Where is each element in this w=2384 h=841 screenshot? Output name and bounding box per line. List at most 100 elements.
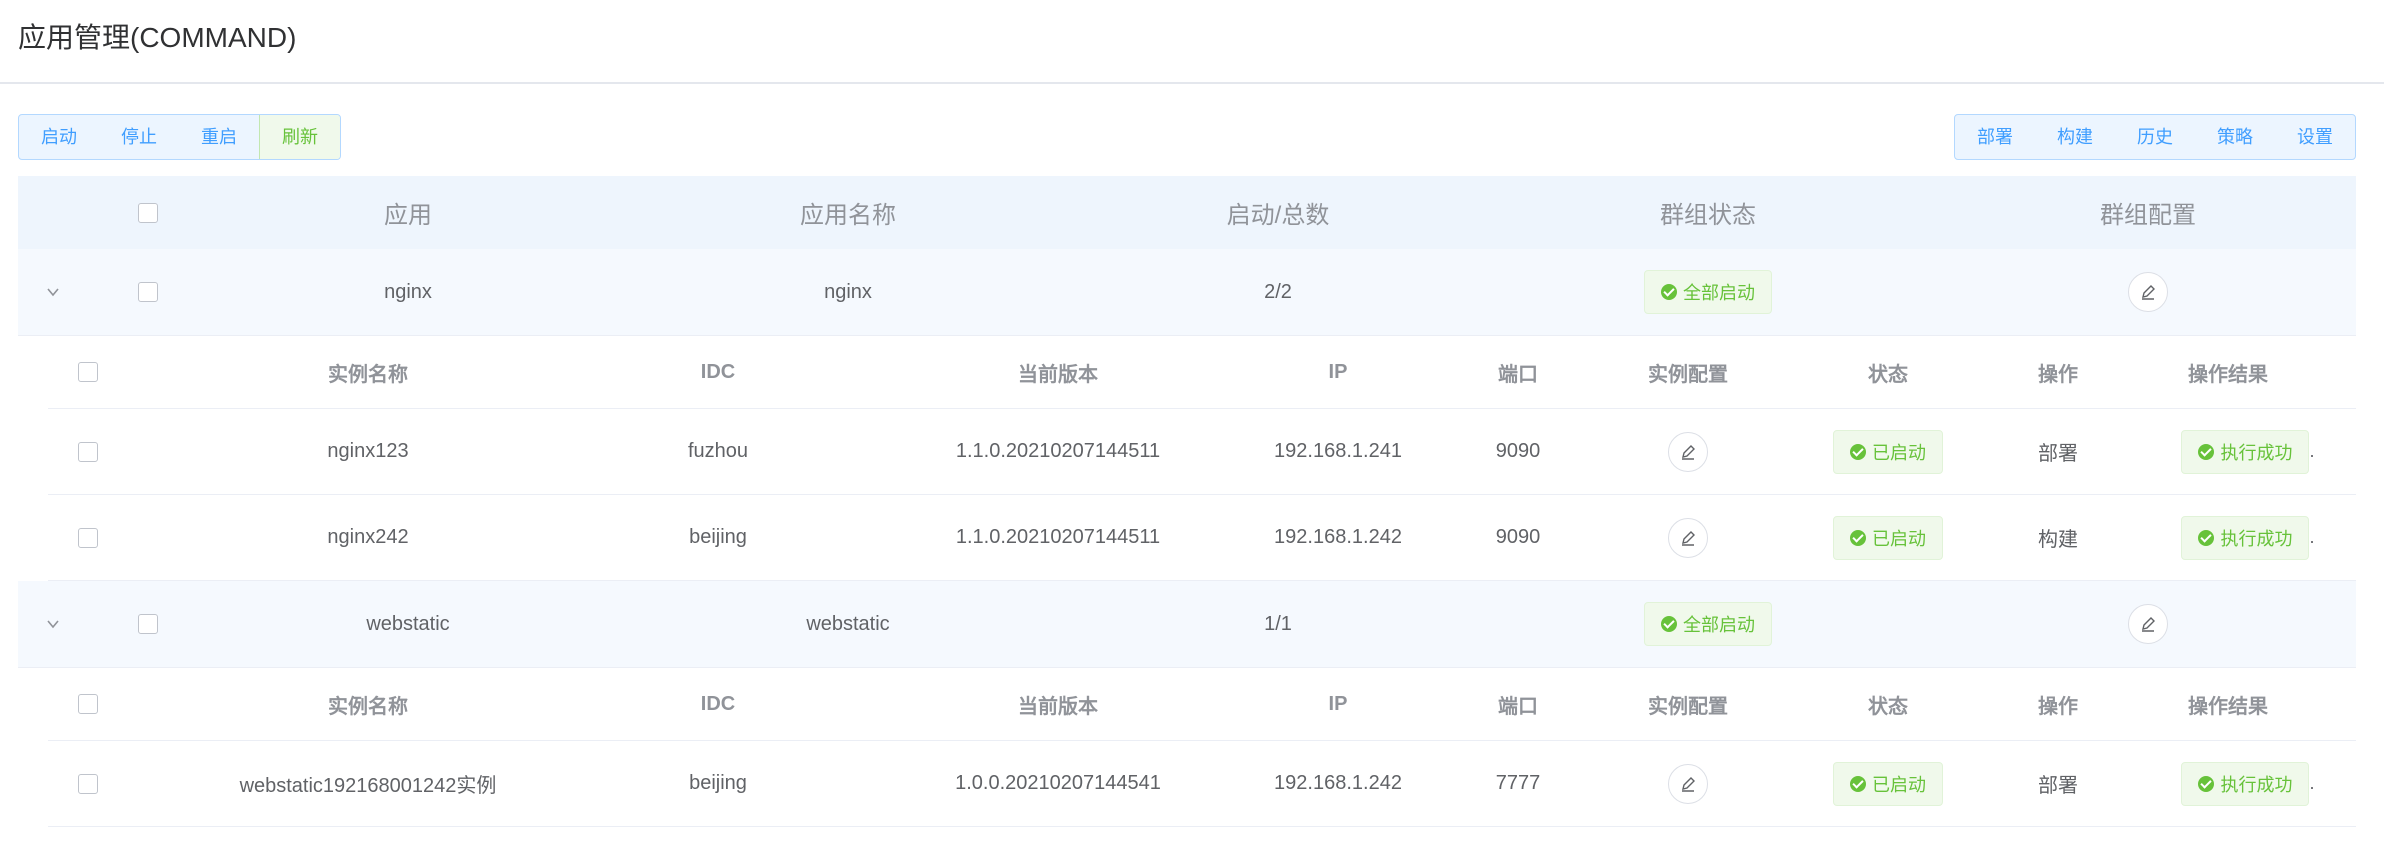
header-app: 应用 [384,202,432,229]
instance-checkbox[interactable] [78,527,98,548]
result-badge: 执行成功 [2181,761,2310,806]
check-circle-icon [1661,616,1677,632]
check-circle-icon [2198,775,2215,792]
status-badge-label: 已启动 [1872,774,1926,795]
strategy-button[interactable]: 策略 [2195,115,2275,159]
app-table: 应用 应用名称 启动/总数 群组状态 群组配置 nginx nginx 2/2 … [18,176,2356,827]
check-circle-icon [1661,284,1677,300]
nav-button-group: 部署 构建 历史 策略 设置 [1954,114,2356,160]
edit-group-config-button[interactable] [2128,604,2168,644]
header-version: 当前版本 [1018,363,1098,386]
result-badge-label: 执行成功 [2220,774,2293,795]
refresh-button[interactable]: 刷新 [259,115,340,159]
header-idc: IDC [700,692,736,715]
header-ip: IP [1328,692,1348,715]
edit-icon [1682,444,1695,460]
edit-group-config-button[interactable] [2128,272,2168,312]
status-badge: 全部启动 [1644,270,1772,314]
edit-icon [2142,617,2155,632]
instance-operation: 构建 [2038,529,2078,551]
header-status: 状态 [1868,695,1908,718]
check-circle-icon [1850,529,1866,546]
chevron-down-icon[interactable] [46,285,60,299]
instance-operation: 部署 [2038,443,2078,465]
instance-checkbox[interactable] [78,773,98,794]
result-badge-label: 执行成功 [2220,528,2293,549]
header-idc: IDC [700,360,736,383]
instance-checkbox[interactable] [78,441,98,462]
app-cell: webstatic [366,612,450,635]
settings-button[interactable]: 设置 [2275,115,2355,159]
table-header: 应用 应用名称 启动/总数 群组状态 群组配置 [18,176,2356,249]
history-button[interactable]: 历史 [2115,115,2195,159]
instance-header: 实例名称 IDC 当前版本 IP 端口 实例配置 状态 操作 操作结果 [48,336,2356,409]
edit-instance-config-button[interactable] [1668,517,1708,558]
instance-name: nginx242 [327,526,409,548]
instance-row[interactable]: webstatic192168001242实例 beijing 1.0.0.20… [48,741,2356,827]
start-button[interactable]: 启动 [19,115,99,159]
instance-version: 1.1.0.20210207144511 [955,526,1161,548]
instance-subtable: 实例名称 IDC 当前版本 IP 端口 实例配置 状态 操作 操作结果 webs… [48,668,2356,827]
instance-ip: 192.168.1.241 [1274,440,1402,462]
instance-port: 9090 [1495,440,1541,462]
header-instance-name: 实例名称 [328,695,408,718]
header-app-name: 应用名称 [800,202,896,229]
header-instance-config: 实例配置 [1648,363,1728,386]
edit-instance-config-button[interactable] [1668,763,1708,804]
instance-select-all-checkbox[interactable] [78,362,98,382]
header-operation: 操作 [2038,363,2078,386]
row-checkbox[interactable] [138,282,158,302]
deploy-button[interactable]: 部署 [1955,115,2035,159]
header-group-status: 群组状态 [1660,202,1756,229]
check-circle-icon [2198,529,2215,546]
instance-operation: 部署 [2038,775,2078,797]
result-badge: 执行成功 [2181,429,2310,474]
app-name-cell: nginx [824,280,872,303]
result-badge-label: 执行成功 [2220,442,2293,463]
status-badge-label: 已启动 [1872,528,1926,549]
status-badge-label: 已启动 [1872,442,1926,463]
instance-row[interactable]: nginx123 fuzhou 1.1.0.20210207144511 192… [48,409,2356,495]
status-badge: 全部启动 [1644,602,1772,646]
instance-port: 7777 [1495,772,1541,794]
instance-ip: 192.168.1.242 [1274,526,1402,548]
instance-port: 9090 [1495,526,1541,548]
header-port: 端口 [1498,695,1538,718]
instance-ip: 192.168.1.242 [1274,772,1402,794]
instance-header: 实例名称 IDC 当前版本 IP 端口 实例配置 状态 操作 操作结果 [48,668,2356,741]
page-title: 应用管理(COMMAND) [18,22,297,53]
row-checkbox[interactable] [138,614,158,634]
header-started-total: 启动/总数 [1226,202,1330,229]
app-cell: nginx [384,280,432,303]
page-header: 应用管理(COMMAND) [0,0,2384,84]
stop-button[interactable]: 停止 [99,115,179,159]
status-badge: 已启动 [1833,515,1943,560]
build-button[interactable]: 构建 [2035,115,2115,159]
table-row[interactable]: webstatic webstatic 1/1 全部启动 [18,581,2356,668]
instance-select-all-checkbox[interactable] [78,694,98,714]
table-row[interactable]: nginx nginx 2/2 全部启动 [18,249,2356,336]
header-operation: 操作 [2038,695,2078,718]
check-circle-icon [1850,443,1866,460]
instance-idc: fuzhou [687,440,749,462]
status-badge: 已启动 [1833,761,1943,806]
check-circle-icon [1850,775,1866,792]
action-button-group: 启动 停止 重启 刷新 [18,114,341,160]
header-ip: IP [1328,360,1348,383]
select-all-checkbox[interactable] [138,202,158,223]
header-instance-config: 实例配置 [1648,695,1728,718]
edit-instance-config-button[interactable] [1668,431,1708,472]
instance-version: 1.1.0.20210207144511 [955,440,1161,462]
instance-version: 1.0.0.20210207144541 [955,772,1161,794]
header-status: 状态 [1868,363,1908,386]
instance-row[interactable]: nginx242 beijing 1.1.0.20210207144511 19… [48,495,2356,581]
chevron-down-icon[interactable] [46,617,60,631]
header-port: 端口 [1498,363,1538,386]
count-cell: 2/2 [1264,280,1292,303]
result-badge: 执行成功 [2181,515,2310,560]
status-badge-label: 全部启动 [1683,283,1755,303]
header-result: 操作结果 [2188,363,2268,386]
count-cell: 1/1 [1264,612,1292,635]
header-version: 当前版本 [1018,695,1098,718]
restart-button[interactable]: 重启 [179,115,259,159]
